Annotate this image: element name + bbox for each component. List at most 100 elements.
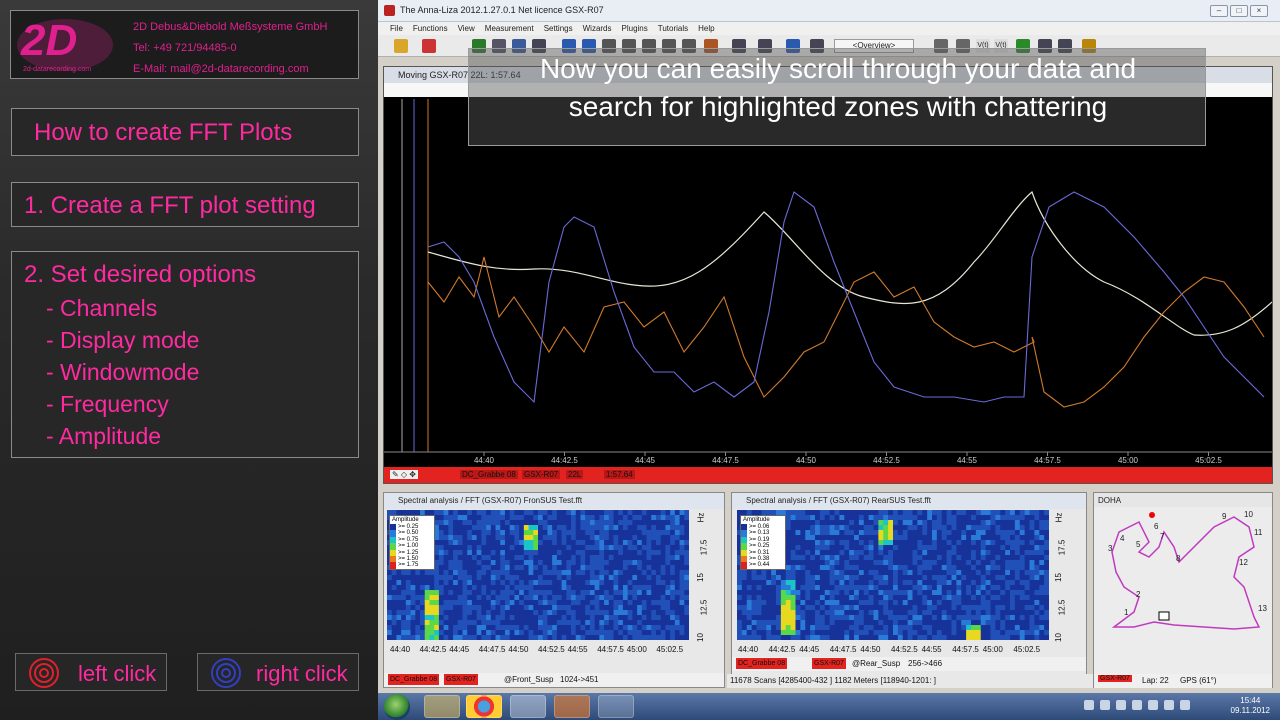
heat-cell: [844, 595, 850, 601]
volume-tray-icon[interactable]: [1180, 700, 1190, 710]
heat-cell: [800, 545, 806, 551]
heat-cell: [420, 625, 426, 631]
menu-settings[interactable]: Settings: [544, 22, 573, 35]
heat-cell: [761, 590, 767, 596]
heat-cell: [519, 550, 525, 556]
heat-cell: [504, 585, 511, 591]
heat-cell: [514, 545, 520, 551]
heat-cell: [941, 550, 948, 556]
close-button[interactable]: ×: [1250, 5, 1268, 17]
chrome-taskbar-icon[interactable]: [466, 695, 502, 718]
heat-cell: [679, 570, 685, 576]
tray-icon[interactable]: [1084, 700, 1094, 710]
menu-wizards[interactable]: Wizards: [583, 22, 612, 35]
menu-functions[interactable]: Functions: [413, 22, 448, 35]
heat-cell: [486, 605, 492, 611]
heat-cell: [1000, 630, 1006, 636]
heat-cell: [839, 545, 845, 551]
fft-y-tick-label: Hz: [696, 512, 706, 523]
heat-cell: [858, 515, 865, 521]
maximize-button[interactable]: □: [1230, 5, 1248, 17]
heat-cell: [533, 560, 539, 566]
heat-cell: [589, 610, 596, 616]
heat-cell: [1039, 620, 1045, 626]
heat-cell: [1029, 575, 1035, 581]
heat-cell: [873, 510, 879, 516]
heat-cell: [907, 635, 913, 640]
heat-cell: [966, 605, 972, 611]
heat-cell: [751, 585, 757, 591]
heat-cell: [627, 540, 633, 546]
tray-icon[interactable]: [1116, 700, 1126, 710]
app-icon: [384, 5, 395, 16]
heat-cell: [637, 620, 643, 626]
2d-analyzer-taskbar-icon[interactable]: [554, 695, 590, 718]
menu-plugins[interactable]: Plugins: [622, 22, 648, 35]
heat-cell: [651, 570, 657, 576]
heat-cell: [453, 580, 459, 586]
heat-cell: [761, 630, 767, 636]
tray-icon[interactable]: [1100, 700, 1110, 710]
heat-cell: [613, 625, 619, 631]
plot-tools-icon[interactable]: ✎ ◇ ✥: [390, 470, 419, 479]
heat-cell: [665, 510, 671, 516]
heat-cell: [566, 610, 572, 616]
heat-cell: [912, 595, 918, 601]
network-tray-icon[interactable]: [1164, 700, 1174, 710]
heat-cell: [878, 615, 884, 621]
heat-cell: [504, 575, 511, 581]
tool-taskbar-icon[interactable]: [598, 695, 634, 718]
menu-tutorials[interactable]: Tutorials: [658, 22, 688, 35]
track-map[interactable]: 123456789 10111213: [1094, 507, 1272, 672]
heat-cell: [936, 570, 943, 576]
fft-x-tick-label: 44:55: [921, 645, 942, 654]
heat-cell: [790, 520, 796, 526]
tray-icon[interactable]: [1132, 700, 1142, 710]
heat-cell: [641, 615, 648, 621]
heat-cell: [868, 590, 874, 596]
heat-cell: [1034, 590, 1040, 596]
heat-cell: [995, 630, 1001, 636]
explorer-taskbar-icon[interactable]: [424, 695, 460, 718]
heat-cell: [589, 585, 596, 591]
heat-cell: [538, 570, 544, 576]
time-plot-canvas[interactable]: 44:40 44:42.5 44:45 44:47.5 44:50 44:52.5 44:5…: [384, 97, 1272, 467]
heat-cell: [951, 550, 957, 556]
fft-front-heatmap[interactable]: [387, 510, 707, 640]
menu-file[interactable]: File: [390, 22, 403, 35]
minimize-button[interactable]: –: [1210, 5, 1228, 17]
fft-rear-heatmap[interactable]: [737, 510, 1067, 640]
heat-cell: [679, 565, 685, 571]
heat-cell: [1034, 540, 1040, 546]
menu-measurement[interactable]: Measurement: [485, 22, 534, 35]
menu-help[interactable]: Help: [698, 22, 714, 35]
tray-icon[interactable]: [1148, 700, 1158, 710]
heat-cell: [523, 515, 530, 521]
menu-view[interactable]: View: [458, 22, 475, 35]
taskbar-clock[interactable]: 15:44 09.11.2012: [1231, 696, 1270, 716]
heat-cell: [674, 590, 681, 596]
heat-cell: [1005, 555, 1011, 561]
heat-cell: [1034, 580, 1040, 586]
add-icon[interactable]: [422, 39, 436, 53]
heat-cell: [946, 580, 952, 586]
heat-cell: [387, 595, 393, 601]
heat-cell: [951, 615, 957, 621]
2d-app-taskbar-icon[interactable]: [510, 695, 546, 718]
heat-cell: [936, 545, 943, 551]
heat-cell: [956, 510, 962, 516]
heat-cell: [800, 630, 806, 636]
heat-cell: [932, 565, 938, 571]
heat-cell: [922, 610, 928, 616]
open-folder-icon[interactable]: [394, 39, 408, 53]
heat-cell: [893, 555, 899, 561]
heat-cell: [646, 630, 652, 636]
fft-rear-bar: DC_Grabbe 08 GSX-R07 @Rear_Susp 256->466: [732, 657, 1086, 671]
heat-cell: [523, 630, 530, 636]
heat-cell: [495, 530, 501, 536]
heat-cell: [542, 520, 548, 526]
start-button[interactable]: [384, 694, 410, 720]
heat-cell: [815, 570, 821, 576]
heat-cell: [585, 595, 591, 601]
heat-cell: [941, 575, 948, 581]
